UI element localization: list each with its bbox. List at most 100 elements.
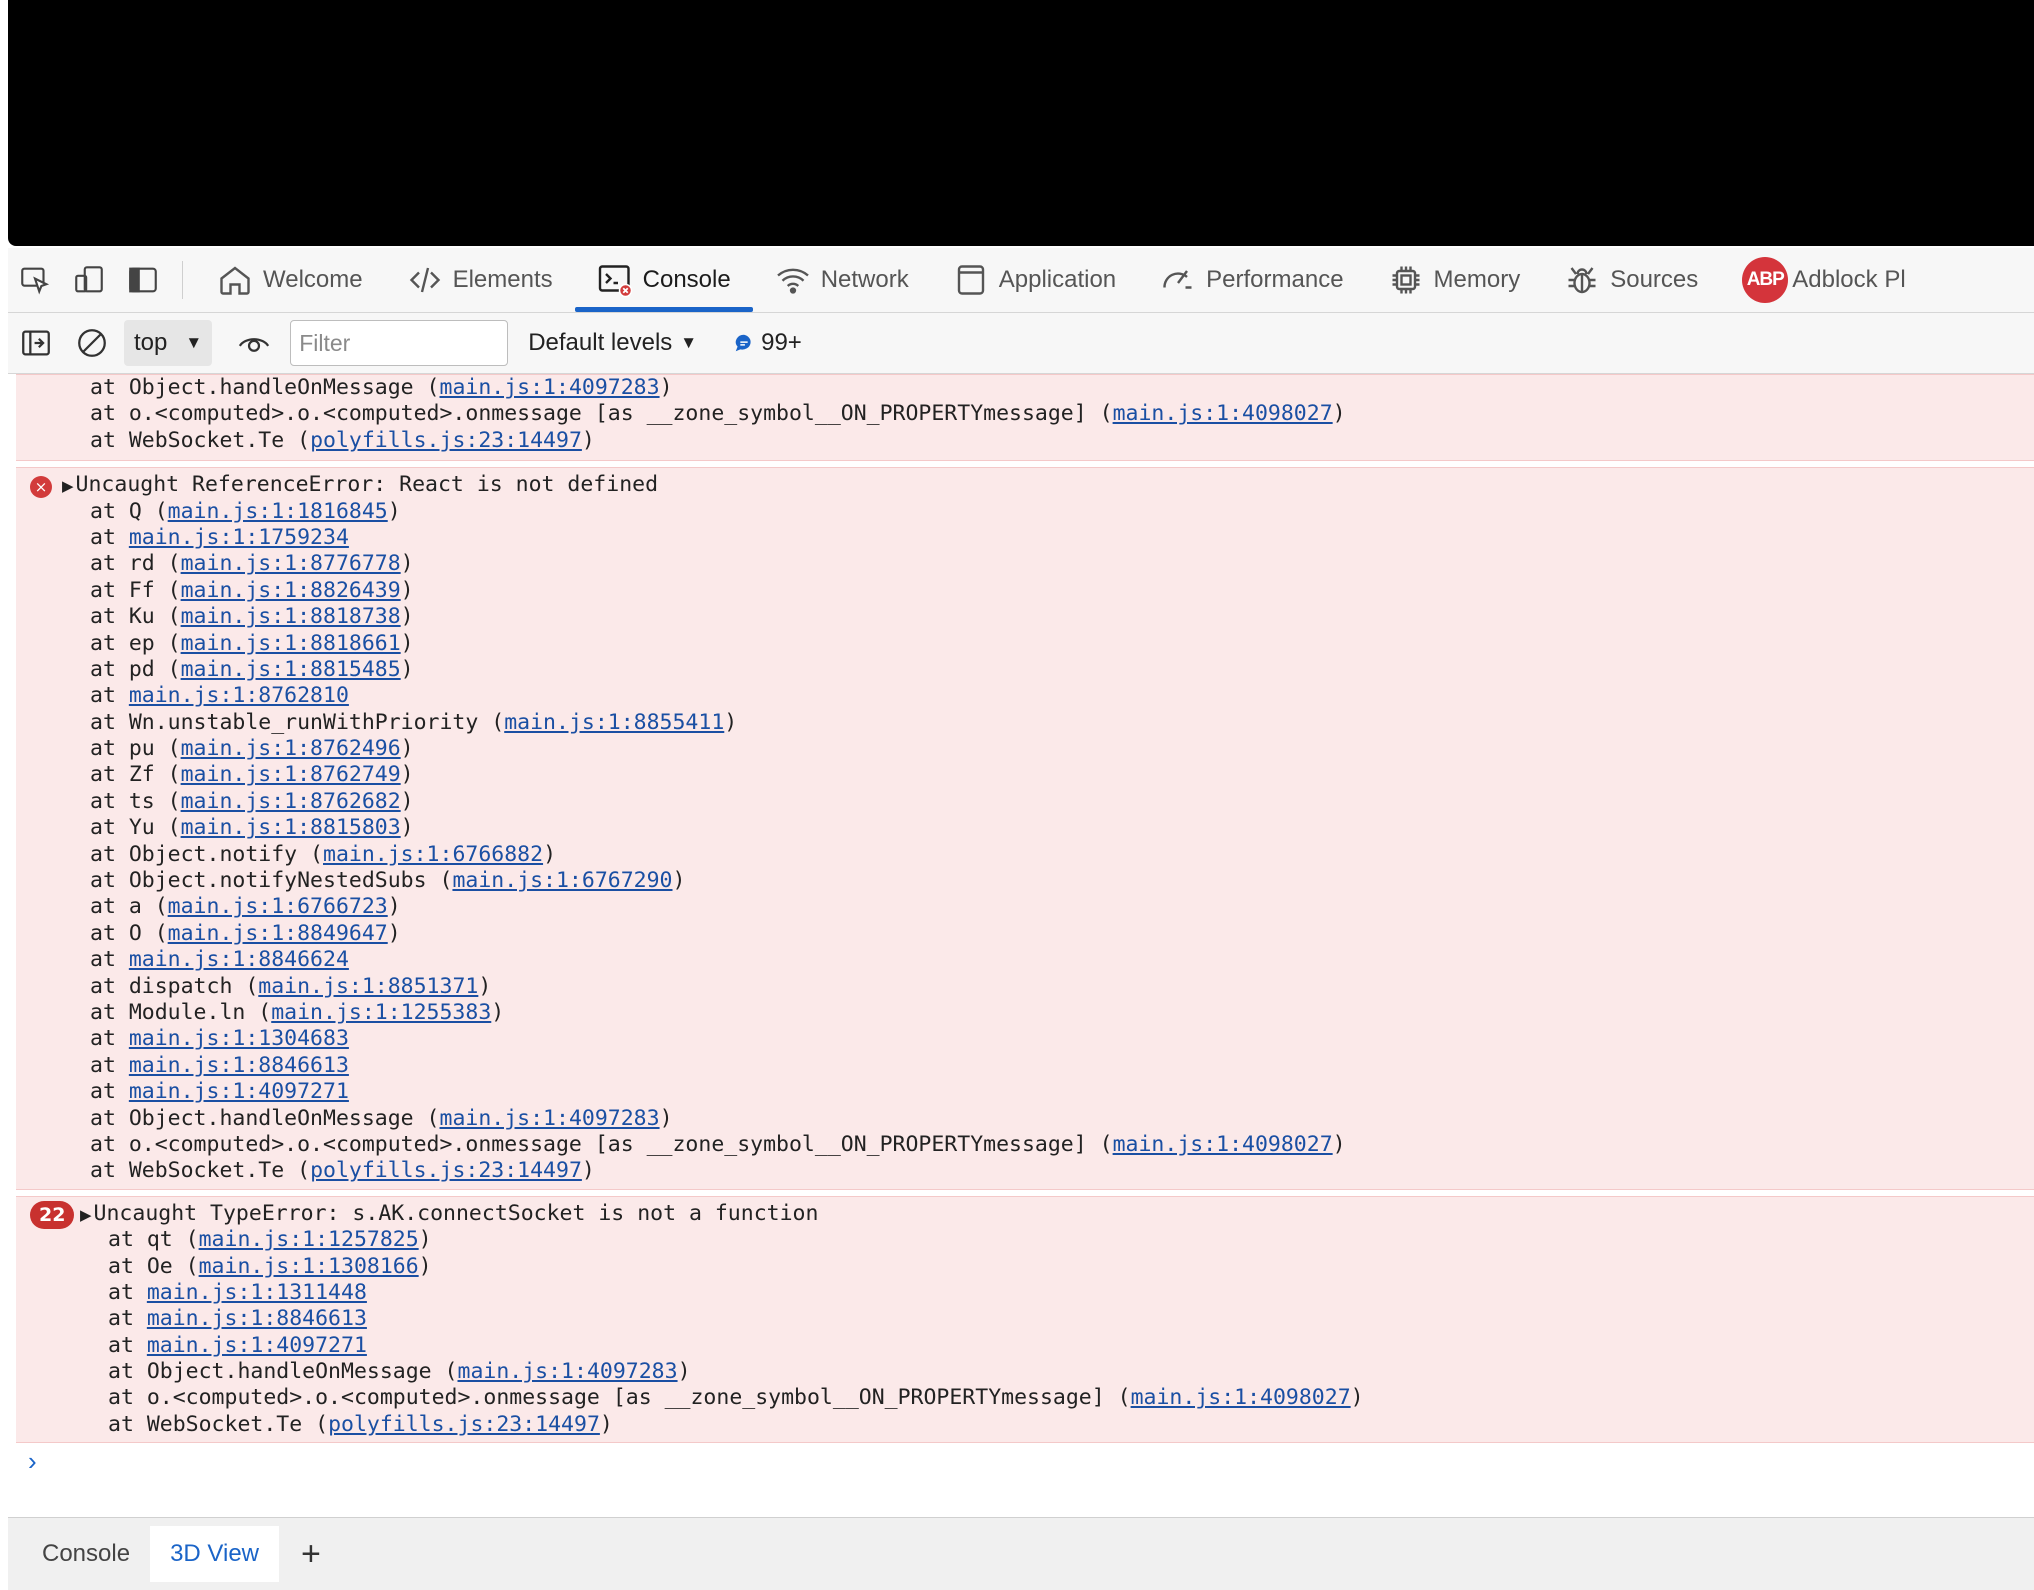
error-summary-line: ▶Uncaught ReferenceError: React is not d… [16,472,2034,498]
tab-adblock-plus[interactable]: ABP Adblock Pl [1720,248,1927,312]
console-error-message[interactable]: 22 ▶Uncaught TypeError: s.AK.connectSocke… [16,1195,2034,1444]
filter-input[interactable] [290,320,509,366]
source-link[interactable]: main.js:1:6766882 [323,842,543,867]
message-bubble-icon [735,334,751,352]
source-link[interactable]: main.js:1:6766723 [168,894,388,919]
add-tab-icon[interactable]: + [301,1537,321,1571]
repeat-count-badge: 22 [30,1200,75,1229]
source-link[interactable]: main.js:1:8776778 [181,551,401,576]
device-emulation-icon[interactable] [62,248,116,312]
stack-frame-line: at a (main.js:1:6766723) [16,894,2034,920]
application-icon [957,265,984,295]
source-link[interactable]: main.js:1:8762810 [129,683,349,708]
source-link[interactable]: main.js:1:8818738 [181,604,401,629]
source-link[interactable]: main.js:1:4098027 [1113,1132,1333,1157]
show-sidebar-icon[interactable] [8,313,64,373]
source-link[interactable]: polyfills.js:23:14497 [310,1158,582,1183]
tab-label: Network [820,266,909,293]
stack-frame-line: at ts (main.js:1:8762682) [16,789,2034,815]
tab-sources[interactable]: Sources [1542,248,1720,312]
tab-label: Adblock Pl [1792,266,1906,293]
source-link[interactable]: main.js:1:1308166 [199,1254,419,1279]
source-link[interactable]: main.js:1:8855411 [504,710,724,735]
tab-memory[interactable]: Memory [1366,248,1543,312]
frame-text: ) [387,498,401,524]
frame-text: Uncaught ReferenceError: React is not de… [75,472,659,498]
source-link[interactable]: polyfills.js:23:14497 [328,1412,600,1437]
tab-console[interactable]: Console [574,248,753,312]
frame-text: at Object.handleOnMessage ( [90,375,440,400]
source-link[interactable]: main.js:1:8846613 [129,1053,349,1078]
log-levels-dropdown[interactable]: Default levels ▼ [528,329,697,357]
source-link[interactable]: main.js:1:8826439 [181,578,401,603]
stack-frame-line: at dispatch (main.js:1:8851371) [16,974,2034,1000]
source-link[interactable]: main.js:1:8849647 [168,921,388,946]
source-link[interactable]: main.js:1:4097271 [129,1079,349,1104]
expand-triangle-icon[interactable]: ▶ [62,477,74,495]
source-link[interactable]: main.js:1:8846624 [129,947,349,972]
drawer-tab-3d-view[interactable]: 3D View [150,1526,279,1582]
source-link[interactable]: main.js:1:4098027 [1113,401,1333,426]
tab-label: Elements [452,266,553,293]
stack-frame-line: at qt (main.js:1:1257825) [16,1227,2034,1253]
source-link[interactable]: main.js:1:1311448 [147,1280,367,1305]
console-error-message[interactable]: × ▶Uncaught ReferenceError: React is not … [16,467,2034,1190]
drawer-tab-label: 3D View [170,1540,259,1567]
frame-text: at O ( [90,920,168,946]
console-error-stack-tail[interactable]: at Object.handleOnMessage (main.js:1:409… [16,374,2034,462]
context-selector[interactable]: top ▼ [124,320,213,366]
frame-text: ) [400,630,414,656]
source-link[interactable]: main.js:1:8851371 [258,974,478,999]
source-link[interactable]: main.js:1:1816845 [168,499,388,524]
frame-text: ) [599,1411,613,1437]
error-icon: × [30,476,52,499]
stack-frame-line: at main.js:1:8846613 [16,1306,2034,1332]
frame-text: ) [672,868,686,894]
issues-counter[interactable]: 99+ [733,329,802,357]
stack-frame-line: at o.<computed>.o.<computed>.onmessage [… [16,401,2034,427]
dock-side-icon[interactable] [116,248,170,312]
source-link[interactable]: polyfills.js:23:14497 [310,428,582,453]
source-link[interactable]: main.js:1:8762496 [181,736,401,761]
source-link[interactable]: main.js:1:4097271 [147,1333,367,1358]
source-link[interactable]: main.js:1:4098027 [1131,1385,1351,1410]
tab-elements[interactable]: Elements [385,248,575,312]
frame-text: ) [418,1227,432,1253]
expand-triangle-icon[interactable]: ▶ [80,1206,92,1224]
source-link[interactable]: main.js:1:6767290 [452,868,672,893]
source-link[interactable]: main.js:1:1257825 [199,1227,419,1252]
tab-performance[interactable]: Performance [1138,248,1365,312]
stack-frame-line: at Wn.unstable_runWithPriority (main.js:… [16,710,2034,736]
tab-application[interactable]: Application [931,248,1138,312]
frame-text: at [90,524,129,550]
source-link[interactable]: main.js:1:8762749 [181,762,401,787]
frame-text: at Object.notify ( [90,841,323,867]
source-link[interactable]: main.js:1:8815485 [181,657,401,682]
frame-text: Uncaught TypeError: s.AK.connectSocket i… [93,1200,819,1226]
tab-welcome[interactable]: Welcome [195,248,385,312]
frame-text: at Object.notifyNestedSubs ( [90,868,453,894]
clear-console-icon[interactable] [64,313,120,373]
live-expression-eye-icon[interactable] [226,313,282,373]
source-link[interactable]: main.js:1:4097283 [440,1106,660,1131]
source-link[interactable]: main.js:1:8815803 [181,815,401,840]
console-prompt[interactable]: › [28,1446,37,1477]
frame-text: at [90,1052,129,1078]
inspect-element-icon[interactable] [8,248,62,312]
stack-frame-line: at o.<computed>.o.<computed>.onmessage [… [16,1385,2034,1411]
drawer-tab-console[interactable]: Console [22,1526,150,1582]
source-link[interactable]: main.js:1:1304683 [129,1026,349,1051]
stack-frame-line: at Object.notify (main.js:1:6766882) [16,842,2034,868]
source-link[interactable]: main.js:1:8762682 [181,789,401,814]
stack-frame-line: at O (main.js:1:8849647) [16,921,2034,947]
source-link[interactable]: main.js:1:8818661 [181,631,401,656]
frame-text: ) [1332,401,1346,427]
source-link[interactable]: main.js:1:8846613 [147,1306,367,1331]
source-link[interactable]: main.js:1:4097283 [458,1359,678,1384]
tab-network[interactable]: Network [753,248,931,312]
source-link[interactable]: main.js:1:1759234 [129,525,349,550]
frame-text: at o.<computed>.o.<computed>.onmessage [… [90,401,1113,427]
source-link[interactable]: main.js:1:4097283 [440,375,660,400]
chevron-down-icon: ▼ [680,333,698,352]
source-link[interactable]: main.js:1:1255383 [271,1000,491,1025]
